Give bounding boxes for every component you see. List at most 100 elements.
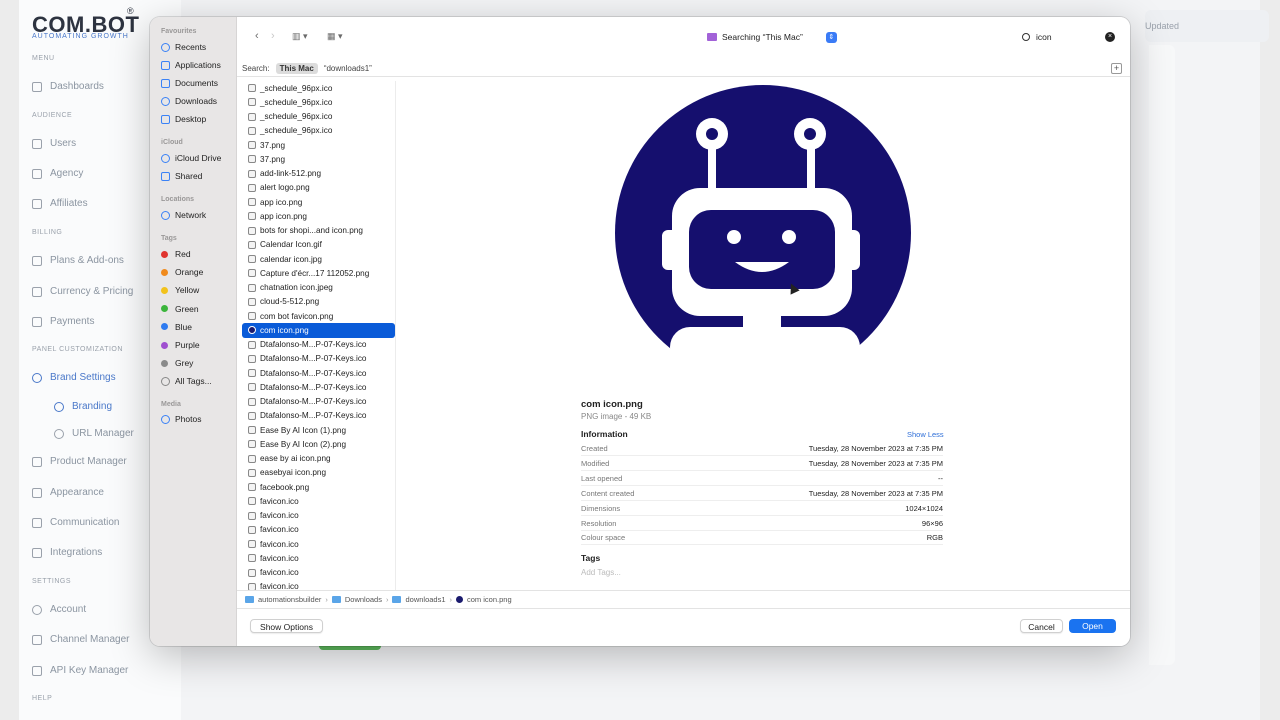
file-row[interactable]: favicon.ico	[242, 551, 395, 565]
sidebar-item-all-tags[interactable]: All Tags...	[161, 376, 212, 386]
file-name: 37.png	[260, 154, 286, 164]
nav-api-key-manager[interactable]: API Key Manager	[32, 665, 128, 676]
add-criteria-icon[interactable]: +	[1111, 63, 1122, 74]
file-row[interactable]: favicon.ico	[242, 537, 395, 551]
sidebar-item-applications[interactable]: Applications	[161, 60, 221, 70]
sidebar-tag-yellow[interactable]: Yellow	[161, 285, 199, 295]
path-segment[interactable]: downloads1	[405, 595, 445, 604]
file-row[interactable]: Dtafalonso-M...P-07-Keys.ico	[242, 366, 395, 380]
file-row[interactable]: bots for shopi...and icon.png	[242, 224, 395, 238]
info-key: Last opened	[581, 473, 623, 483]
cancel-button[interactable]: Cancel	[1020, 619, 1063, 633]
file-row[interactable]: _schedule_96px.ico	[242, 110, 395, 124]
file-row[interactable]: app ico.png	[242, 195, 395, 209]
file-row[interactable]: calendar icon.jpg	[242, 252, 395, 266]
nav-currency[interactable]: Currency & Pricing	[32, 286, 133, 297]
file-row[interactable]: Dtafalonso-M...P-07-Keys.ico	[242, 352, 395, 366]
scope-this-mac[interactable]: This Mac	[275, 63, 318, 74]
nav-users[interactable]: Users	[32, 138, 76, 149]
nav-appearance[interactable]: Appearance	[32, 487, 104, 498]
file-row[interactable]: Dtafalonso-M...P-07-Keys.ico	[242, 395, 395, 409]
file-row[interactable]: favicon.ico	[242, 566, 395, 580]
nav-agency[interactable]: Agency	[32, 168, 83, 179]
view-grid-icon[interactable]: ▦ ▾	[327, 31, 343, 42]
nav-affiliates[interactable]: Affiliates	[32, 198, 88, 209]
nav-dashboards[interactable]: Dashboards	[32, 81, 104, 92]
sidebar-item-downloads[interactable]: Downloads	[161, 96, 217, 106]
file-icon	[248, 568, 256, 577]
sidebar-tag-grey[interactable]: Grey	[161, 358, 193, 368]
sidebar-item-documents[interactable]: Documents	[161, 78, 218, 88]
nav-product-manager[interactable]: Product Manager	[32, 456, 127, 467]
file-row[interactable]: chatnation icon.jpeg	[242, 281, 395, 295]
file-row[interactable]: Dtafalonso-M...P-07-Keys.ico	[242, 409, 395, 423]
file-row[interactable]: Ease By AI Icon (2).png	[242, 437, 395, 451]
sidebar-tag-purple[interactable]: Purple	[161, 340, 200, 350]
nav-plans[interactable]: Plans & Add-ons	[32, 255, 124, 266]
file-row[interactable]: Dtafalonso-M...P-07-Keys.ico	[242, 380, 395, 394]
file-row[interactable]: app icon.png	[242, 209, 395, 223]
nav-account[interactable]: Account	[32, 604, 86, 615]
file-row[interactable]: favicon.ico	[242, 494, 395, 508]
open-button[interactable]: Open	[1069, 619, 1116, 633]
file-row[interactable]: com bot favicon.png	[242, 309, 395, 323]
file-row[interactable]: alert logo.png	[242, 181, 395, 195]
file-row[interactable]: Capture d'écr...17 112052.png	[242, 266, 395, 280]
file-row[interactable]: com icon.png	[242, 323, 395, 338]
file-row[interactable]: 37.png	[242, 138, 395, 152]
file-row[interactable]: Ease By AI Icon (1).png	[242, 423, 395, 437]
path-segment[interactable]: automationsbuilder	[258, 595, 321, 604]
file-row[interactable]: Dtafalonso-M...P-07-Keys.ico	[242, 338, 395, 352]
path-segment[interactable]: com icon.png	[467, 595, 512, 604]
file-row[interactable]: 37.png	[242, 152, 395, 166]
sidebar-tag-orange[interactable]: Orange	[161, 267, 203, 277]
tag-color-dot	[161, 323, 168, 331]
scope-folder[interactable]: “downloads1”	[324, 64, 372, 73]
nav-communication[interactable]: Communication	[32, 517, 119, 528]
sidebar-tag-red[interactable]: Red	[161, 249, 191, 259]
folder-icon	[392, 595, 402, 603]
file-row[interactable]: ease by ai icon.png	[242, 452, 395, 466]
show-options-button[interactable]: Show Options	[250, 619, 323, 633]
nav-payments[interactable]: Payments	[32, 316, 94, 327]
section-panel-customization: PANEL CUSTOMIZATION	[32, 346, 123, 353]
file-row[interactable]: cloud-5-512.png	[242, 295, 395, 309]
sidebar-item-recents[interactable]: Recents	[161, 42, 206, 52]
sidebar-item-shared[interactable]: Shared	[161, 171, 202, 181]
file-row[interactable]: favicon.ico	[242, 509, 395, 523]
sidebar-item-network[interactable]: Network	[161, 210, 206, 220]
location-popup[interactable]: Searching “This Mac” ⇕	[707, 30, 837, 44]
nav-label: Users	[50, 138, 77, 149]
nav-brand-settings[interactable]: Brand Settings	[32, 372, 116, 383]
nav-branding[interactable]: Branding	[54, 401, 112, 412]
file-row[interactable]: favicon.ico	[242, 523, 395, 537]
sidebar-tag-blue[interactable]: Blue	[161, 322, 192, 332]
view-columns-icon[interactable]: ▥ ▾	[292, 31, 308, 42]
show-less-link[interactable]: Show Less	[907, 430, 944, 439]
file-row[interactable]: _schedule_96px.ico	[242, 81, 395, 95]
sidebar-item-icloud-drive[interactable]: iCloud Drive	[161, 153, 221, 163]
nav-integrations[interactable]: Integrations	[32, 547, 102, 558]
file-row[interactable]: _schedule_96px.ico	[242, 95, 395, 109]
nav-label: URL Manager	[72, 428, 134, 439]
file-name: facebook.png	[260, 482, 310, 492]
nav-url-manager[interactable]: URL Manager	[54, 428, 134, 439]
sidebar-item-photos[interactable]: Photos	[161, 414, 201, 424]
clear-search-icon[interactable]: ×	[1105, 32, 1115, 42]
file-row[interactable]: easebyai icon.png	[242, 466, 395, 480]
file-row[interactable]: facebook.png	[242, 480, 395, 494]
path-segment[interactable]: Downloads	[345, 595, 382, 604]
chevron-right-icon[interactable]: ›	[271, 30, 275, 42]
file-row[interactable]: _schedule_96px.ico	[242, 124, 395, 138]
add-tags-field[interactable]: Add Tags...	[581, 568, 621, 577]
chevron-left-icon[interactable]: ‹	[255, 30, 259, 42]
search-input[interactable]: icon	[1036, 32, 1052, 42]
sidebar-item-desktop[interactable]: Desktop	[161, 114, 206, 124]
file-row[interactable]: Calendar Icon.gif	[242, 238, 395, 252]
sidebar-tag-green[interactable]: Green	[161, 304, 199, 314]
file-row[interactable]: add-link-512.png	[242, 167, 395, 181]
search-field[interactable]: icon ×	[1017, 29, 1117, 45]
info-key: Dimensions	[581, 503, 621, 513]
background-panel	[1149, 45, 1175, 665]
nav-channel-manager[interactable]: Channel Manager	[32, 634, 130, 645]
